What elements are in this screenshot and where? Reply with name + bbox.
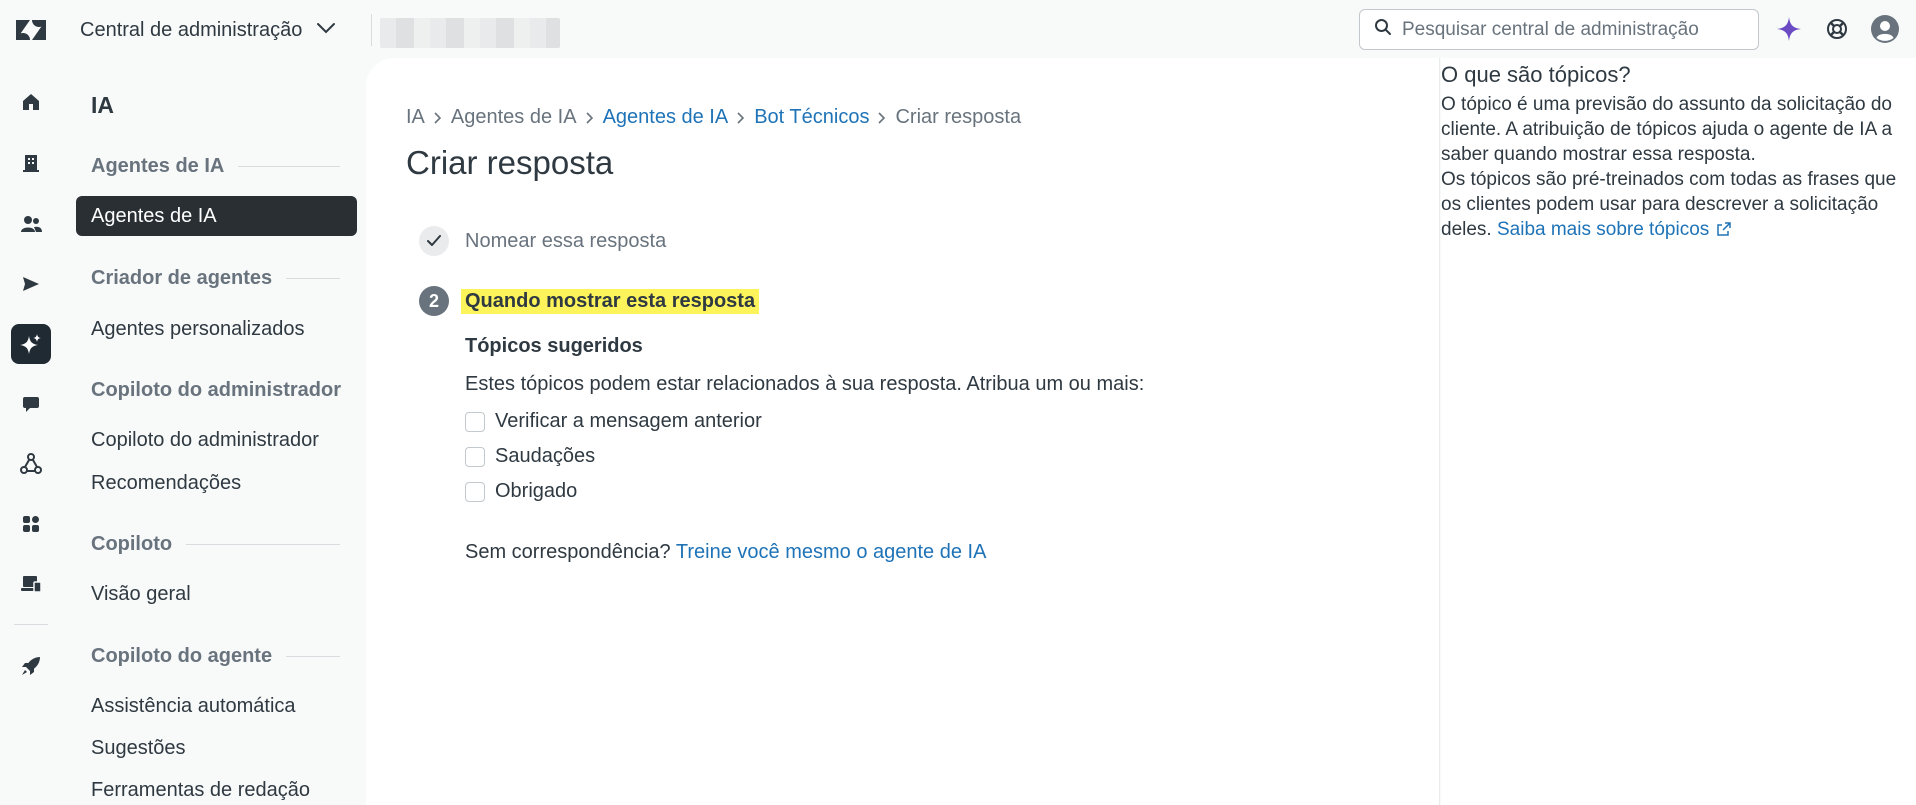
step-1[interactable]: Nomear essa resposta: [419, 226, 666, 256]
product-title: Central de administração: [80, 18, 303, 41]
step-2: 2 Quando mostrar esta resposta: [419, 286, 760, 316]
zendesk-logo[interactable]: [16, 16, 46, 44]
chevron-right-icon: [878, 111, 886, 124]
topic-option[interactable]: Saudações: [465, 445, 595, 468]
help-paragraph-2: Os tópicos são pré-treinados com todas a…: [1441, 169, 1897, 240]
ai-sparkle-icon[interactable]: [1774, 14, 1804, 44]
topics-heading: Tópicos sugeridos: [465, 335, 643, 357]
breadcrumb-ai-agents-link[interactable]: Agentes de IA: [603, 106, 729, 129]
nav-item-overview[interactable]: Visão geral: [76, 574, 357, 614]
breadcrumb-ai-agents-group: Agentes de IA: [450, 106, 577, 128]
nav-group-copilot: Copiloto: [91, 532, 340, 556]
chat-icon[interactable]: [11, 384, 51, 424]
nav-item-admin-copilot[interactable]: Copiloto do administrador: [76, 420, 357, 460]
nav-item-auto-assist[interactable]: Assistência automática: [76, 686, 357, 726]
nav-group-admin-copilot: Copiloto do administrador: [91, 378, 341, 401]
main-content: IA Agentes de IA Agentes de IA Bot Técni…: [366, 58, 1440, 805]
nav-group-ai-agents: Agentes de IA: [91, 154, 340, 178]
help-panel: O que são tópicos? O tópico é uma previs…: [1441, 58, 1916, 805]
send-icon[interactable]: [11, 264, 51, 304]
nav-item-ai-agents[interactable]: Agentes de IA: [76, 196, 357, 236]
nav-section-title: IA: [91, 92, 114, 118]
people-icon[interactable]: [11, 204, 51, 244]
help-title: O que são tópicos?: [1441, 62, 1631, 87]
ai-sparkle-icon[interactable]: [11, 324, 51, 364]
topic-checkbox[interactable]: [465, 446, 485, 467]
redacted-account-name: [380, 18, 560, 48]
workspace-icon[interactable]: [11, 564, 51, 604]
breadcrumb-current: Criar resposta: [895, 106, 1022, 128]
product-switcher[interactable]: Central de administração: [80, 16, 336, 44]
top-bar: Central de administração: [0, 0, 1916, 58]
rail-divider: [14, 624, 48, 625]
page-title: Criar resposta: [406, 144, 614, 181]
nav-item-recommendations[interactable]: Recomendações: [76, 463, 357, 503]
nav-item-custom-agents[interactable]: Agentes personalizados: [76, 309, 357, 349]
nav-item-suggestions[interactable]: Sugestões: [76, 728, 357, 768]
topbar-divider: [371, 14, 372, 46]
topics-description: Estes tópicos podem estar relacionados à…: [465, 373, 1145, 395]
chevron-right-icon: [737, 111, 745, 124]
train-ai-agent-link[interactable]: Treine você mesmo o agente de IA: [676, 541, 987, 563]
search-icon: [1374, 18, 1392, 41]
home-icon[interactable]: [11, 82, 51, 122]
topic-option[interactable]: Obrigado: [465, 480, 577, 503]
help-paragraph-1: O tópico é uma previsão do assunto da so…: [1441, 94, 1893, 165]
help-lifebuoy-icon[interactable]: [1822, 14, 1852, 44]
topic-label: Verificar a mensagem anterior: [495, 410, 762, 432]
step-2-label: Quando mostrar esta resposta: [461, 288, 760, 314]
no-match-text: Sem correspondência?: [465, 541, 671, 563]
learn-more-topics-link[interactable]: Saiba mais sobre tópicos: [1497, 219, 1731, 240]
breadcrumb-ia: IA: [406, 106, 425, 128]
nav-group-agent-copilot: Copiloto do agente: [91, 644, 340, 668]
breadcrumb-bot-link[interactable]: Bot Técnicos: [754, 106, 869, 129]
chevron-down-icon: [316, 21, 336, 39]
topic-checkbox[interactable]: [465, 481, 485, 502]
topic-label: Saudações: [495, 445, 596, 467]
topic-checkbox[interactable]: [465, 411, 485, 432]
step-1-label: Nomear essa resposta: [465, 229, 667, 252]
chevron-right-icon: [585, 111, 594, 124]
objects-icon[interactable]: [11, 444, 51, 484]
building-icon[interactable]: [11, 143, 51, 183]
search-box[interactable]: [1359, 9, 1759, 50]
apps-icon[interactable]: [11, 504, 51, 544]
external-link-icon: [1715, 219, 1731, 240]
rocket-icon[interactable]: [11, 646, 51, 686]
step-2-number: 2: [419, 286, 449, 316]
icon-rail: [0, 58, 66, 805]
topic-option[interactable]: Verificar a mensagem anterior: [465, 410, 762, 433]
search-input[interactable]: [1402, 18, 1742, 41]
nav-item-writing-tools[interactable]: Ferramentas de redação: [76, 770, 357, 805]
no-match-row: Sem correspondência? Treine você mesmo o…: [465, 541, 986, 564]
nav-group-agent-builder: Criador de agentes: [91, 266, 340, 290]
chevron-right-icon: [434, 111, 442, 124]
breadcrumb: IA Agentes de IA Agentes de IA Bot Técni…: [406, 106, 1021, 129]
user-avatar-icon[interactable]: [1870, 14, 1900, 44]
secondary-nav: IA Agentes de IA Agentes de IA Criador d…: [66, 58, 366, 805]
step-complete-check-icon: [419, 226, 449, 256]
topic-label: Obrigado: [495, 480, 578, 502]
